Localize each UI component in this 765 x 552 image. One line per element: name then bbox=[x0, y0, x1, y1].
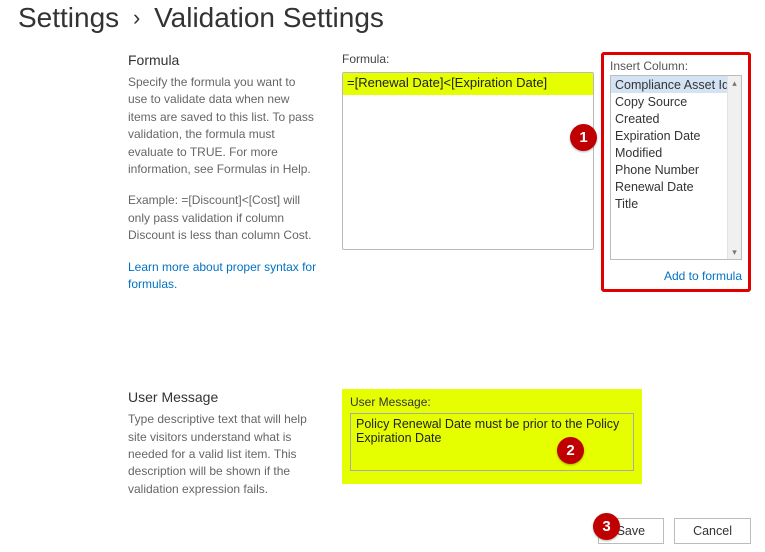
column-option[interactable]: Created bbox=[611, 110, 741, 127]
column-option[interactable]: Expiration Date bbox=[611, 127, 741, 144]
annotation-callout-2: 2 bbox=[557, 437, 584, 464]
scrollbar[interactable]: ▴ ▾ bbox=[727, 76, 741, 259]
formula-example: Example: =[Discount]<[Cost] will only pa… bbox=[128, 192, 318, 244]
user-message-field-label: User Message: bbox=[350, 395, 634, 409]
column-option[interactable]: Compliance Asset Id bbox=[611, 76, 741, 93]
chevron-right-icon: › bbox=[133, 5, 140, 30]
user-message-block: User Message: bbox=[342, 389, 642, 484]
column-option[interactable]: Modified bbox=[611, 144, 741, 161]
formula-textarea[interactable] bbox=[342, 72, 594, 250]
button-row: Save Cancel bbox=[598, 518, 751, 544]
insert-column-list[interactable]: ▴ ▾ Compliance Asset IdCopy SourceCreate… bbox=[610, 75, 742, 260]
user-message-description: Type descriptive text that will help sit… bbox=[128, 411, 318, 498]
add-to-formula-link[interactable]: Add to formula bbox=[664, 269, 742, 283]
scroll-down-icon[interactable]: ▾ bbox=[728, 245, 741, 259]
breadcrumb-parent[interactable]: Settings bbox=[18, 2, 119, 33]
annotation-callout-3: 3 bbox=[593, 513, 620, 540]
breadcrumb-current: Validation Settings bbox=[154, 2, 384, 33]
insert-column-panel: Insert Column: ▴ ▾ Compliance Asset IdCo… bbox=[601, 52, 751, 292]
column-option[interactable]: Renewal Date bbox=[611, 178, 741, 195]
annotation-callout-1: 1 bbox=[570, 124, 597, 151]
learn-more-link[interactable]: Learn more about proper syntax for formu… bbox=[128, 259, 318, 294]
formula-description: Specify the formula you want to use to v… bbox=[128, 74, 318, 178]
page-title: Settings › Validation Settings bbox=[0, 0, 765, 52]
column-option[interactable]: Title bbox=[611, 195, 741, 212]
column-option[interactable]: Phone Number bbox=[611, 161, 741, 178]
column-option[interactable]: Copy Source bbox=[611, 93, 741, 110]
user-message-heading: User Message bbox=[128, 389, 318, 405]
scroll-up-icon[interactable]: ▴ bbox=[728, 76, 741, 90]
formula-value: =[Renewal Date]<[Expiration Date] bbox=[343, 73, 593, 95]
cancel-button[interactable]: Cancel bbox=[674, 518, 751, 544]
insert-column-label: Insert Column: bbox=[610, 59, 742, 73]
formula-heading: Formula bbox=[128, 52, 318, 68]
user-message-textarea[interactable] bbox=[350, 413, 634, 471]
